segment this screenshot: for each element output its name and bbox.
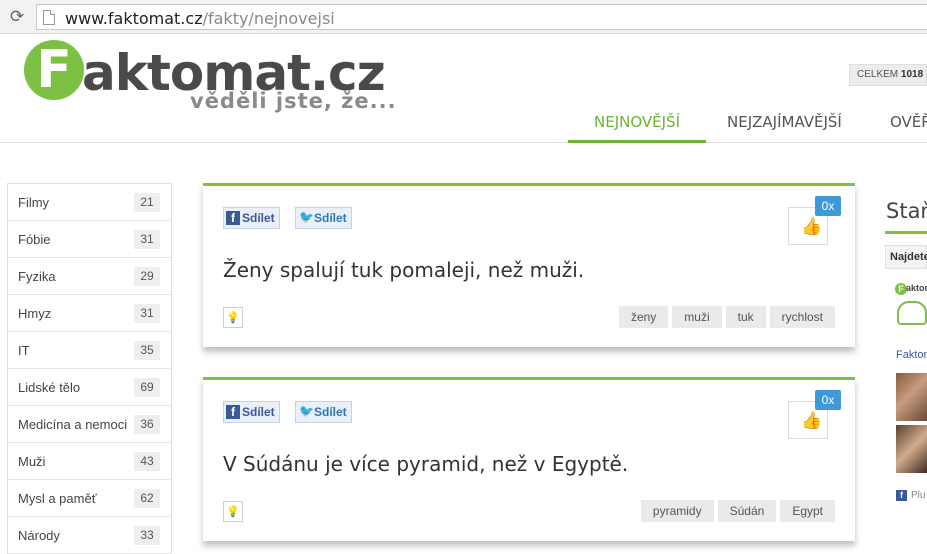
tag[interactable]: pyramidy	[640, 500, 714, 522]
twitter-share-button[interactable]: 🐦 Sdílet	[295, 401, 352, 423]
lightbulb-icon[interactable]: 💡	[223, 307, 243, 328]
mini-logo[interactable]: F aktomat	[895, 283, 927, 327]
category-count: 29	[134, 267, 160, 286]
reload-icon[interactable]: ⟳	[10, 8, 28, 26]
category-count: 69	[134, 378, 160, 397]
twitter-share-button[interactable]: 🐦 Sdílet	[295, 207, 352, 229]
category-label: Filmy	[18, 195, 50, 210]
tag[interactable]: Egypt	[780, 500, 835, 522]
url-host: www.faktomat.cz	[65, 9, 203, 28]
fact-card: f Sdílet 🐦 Sdílet 👍 0x Ženy spalují tuk …	[203, 183, 855, 347]
twitter-icon: 🐦	[299, 404, 314, 418]
category-list: Filmy 21 Fóbie 31 Fyzika 29 Hmyz 31 IT 3…	[7, 183, 172, 554]
fact-text[interactable]: Ženy spalují tuk pomaleji, než muži.	[223, 258, 584, 282]
category-count: 43	[134, 452, 160, 471]
category-count: 31	[134, 304, 160, 323]
total-value: 1018	[900, 69, 924, 80]
site-header: F aktomat.cz věděli jste, že... CELKEM 1…	[0, 35, 927, 143]
nav-verify[interactable]: OVĚŘ	[890, 107, 927, 143]
lightbulb-icon[interactable]: 💡	[223, 501, 243, 522]
total-label: CELKEM	[857, 69, 899, 80]
thumbs-up-icon: 👍	[801, 411, 823, 431]
category-count: 35	[134, 341, 160, 360]
browser-toolbar: ⟳ www.faktomat.cz/fakty/nejnovejsi	[0, 0, 927, 34]
url-text[interactable]: www.faktomat.cz/fakty/nejnovejsi	[65, 9, 335, 28]
mini-logo-word: aktomat	[906, 283, 927, 293]
facebook-icon: f	[226, 211, 240, 225]
category-item[interactable]: IT 35	[8, 332, 171, 369]
url-path: /fakty/nejnovejsi	[202, 9, 335, 28]
category-item[interactable]: Lidské tělo 69	[8, 369, 171, 406]
category-label: Medicína a nemoci	[18, 417, 128, 432]
facebook-share-button[interactable]: f Sdílet	[223, 207, 280, 229]
twitter-share-label: Sdílet	[314, 405, 347, 419]
twitter-icon: 🐦	[299, 210, 314, 224]
category-count: 31	[134, 230, 160, 249]
facebook-icon: f	[896, 490, 907, 501]
category-count: 62	[134, 489, 160, 508]
thumbs-up-icon: 👍	[801, 217, 823, 237]
category-count: 36	[134, 415, 160, 434]
total-count-badge: CELKEM 1018	[849, 64, 927, 86]
right-sidebar: Staň Najdete F aktomat Faktom f Plu	[885, 185, 927, 554]
fact-card: f Sdílet 🐦 Sdílet 👍 0x V Súdánu je více …	[203, 377, 855, 541]
category-label: Muži	[18, 454, 46, 469]
nav-newest[interactable]: NEJNOVĚJŠÍ	[568, 107, 706, 143]
tag[interactable]: rychlost	[769, 306, 835, 328]
category-label: Lidské tělo	[18, 380, 81, 395]
facebook-share-label: Sdílet	[242, 211, 275, 225]
right-sidebar-box-label: Najdete	[885, 245, 927, 269]
logo-mark[interactable]: F	[24, 40, 84, 100]
plugin-label: Plu	[911, 490, 926, 501]
category-item[interactable]: Mysl a paměť 62	[8, 480, 171, 517]
facebook-plugin-link[interactable]: f Plu	[896, 490, 925, 501]
tag[interactable]: tuk	[725, 306, 766, 328]
tag[interactable]: muži	[672, 306, 722, 328]
like-count-badge: 0x	[815, 196, 841, 216]
category-label: Fóbie	[18, 232, 51, 247]
nav-most-interesting[interactable]: NEJZAJÍMAVĚJŠÍ	[727, 107, 842, 143]
category-item[interactable]: Filmy 21	[8, 184, 171, 221]
category-label: Národy	[18, 528, 60, 543]
fan-avatar[interactable]	[896, 373, 927, 421]
category-label: Mysl a paměť	[18, 491, 97, 506]
facebook-share-button[interactable]: f Sdílet	[223, 401, 280, 423]
address-bar[interactable]: www.faktomat.cz/fakty/nejnovejsi	[36, 4, 927, 30]
right-sidebar-title: Staň	[886, 199, 927, 223]
people-icon	[897, 301, 927, 325]
category-item[interactable]: Národy 33	[8, 517, 171, 554]
category-count: 33	[134, 526, 160, 545]
category-count: 21	[134, 193, 160, 212]
twitter-share-label: Sdílet	[314, 211, 347, 225]
tag-list: ženy muži tuk rychlost	[618, 306, 835, 328]
tag[interactable]: ženy	[618, 306, 669, 328]
category-item[interactable]: Fyzika 29	[8, 258, 171, 295]
facebook-share-label: Sdílet	[242, 405, 275, 419]
tag[interactable]: Súdán	[717, 500, 777, 522]
logo-tagline: věděli jste, že...	[190, 89, 397, 113]
category-item[interactable]: Hmyz 31	[8, 295, 171, 332]
category-item[interactable]: Muži 43	[8, 443, 171, 480]
category-label: Hmyz	[18, 306, 52, 321]
fan-avatar[interactable]	[896, 425, 927, 473]
category-item[interactable]: Medicína a nemoci 36	[8, 406, 171, 443]
category-label: IT	[18, 343, 30, 358]
facebook-page-name[interactable]: Faktom	[896, 349, 927, 361]
page-icon	[43, 10, 55, 25]
tag-list: pyramidy Súdán Egypt	[640, 500, 835, 522]
fact-text[interactable]: V Súdánu je více pyramid, než v Egyptě.	[223, 452, 628, 476]
category-item[interactable]: Fóbie 31	[8, 221, 171, 258]
category-label: Fyzika	[18, 269, 56, 284]
right-sidebar-divider	[885, 231, 927, 234]
like-count-badge: 0x	[815, 390, 841, 410]
facebook-icon: f	[226, 405, 240, 419]
